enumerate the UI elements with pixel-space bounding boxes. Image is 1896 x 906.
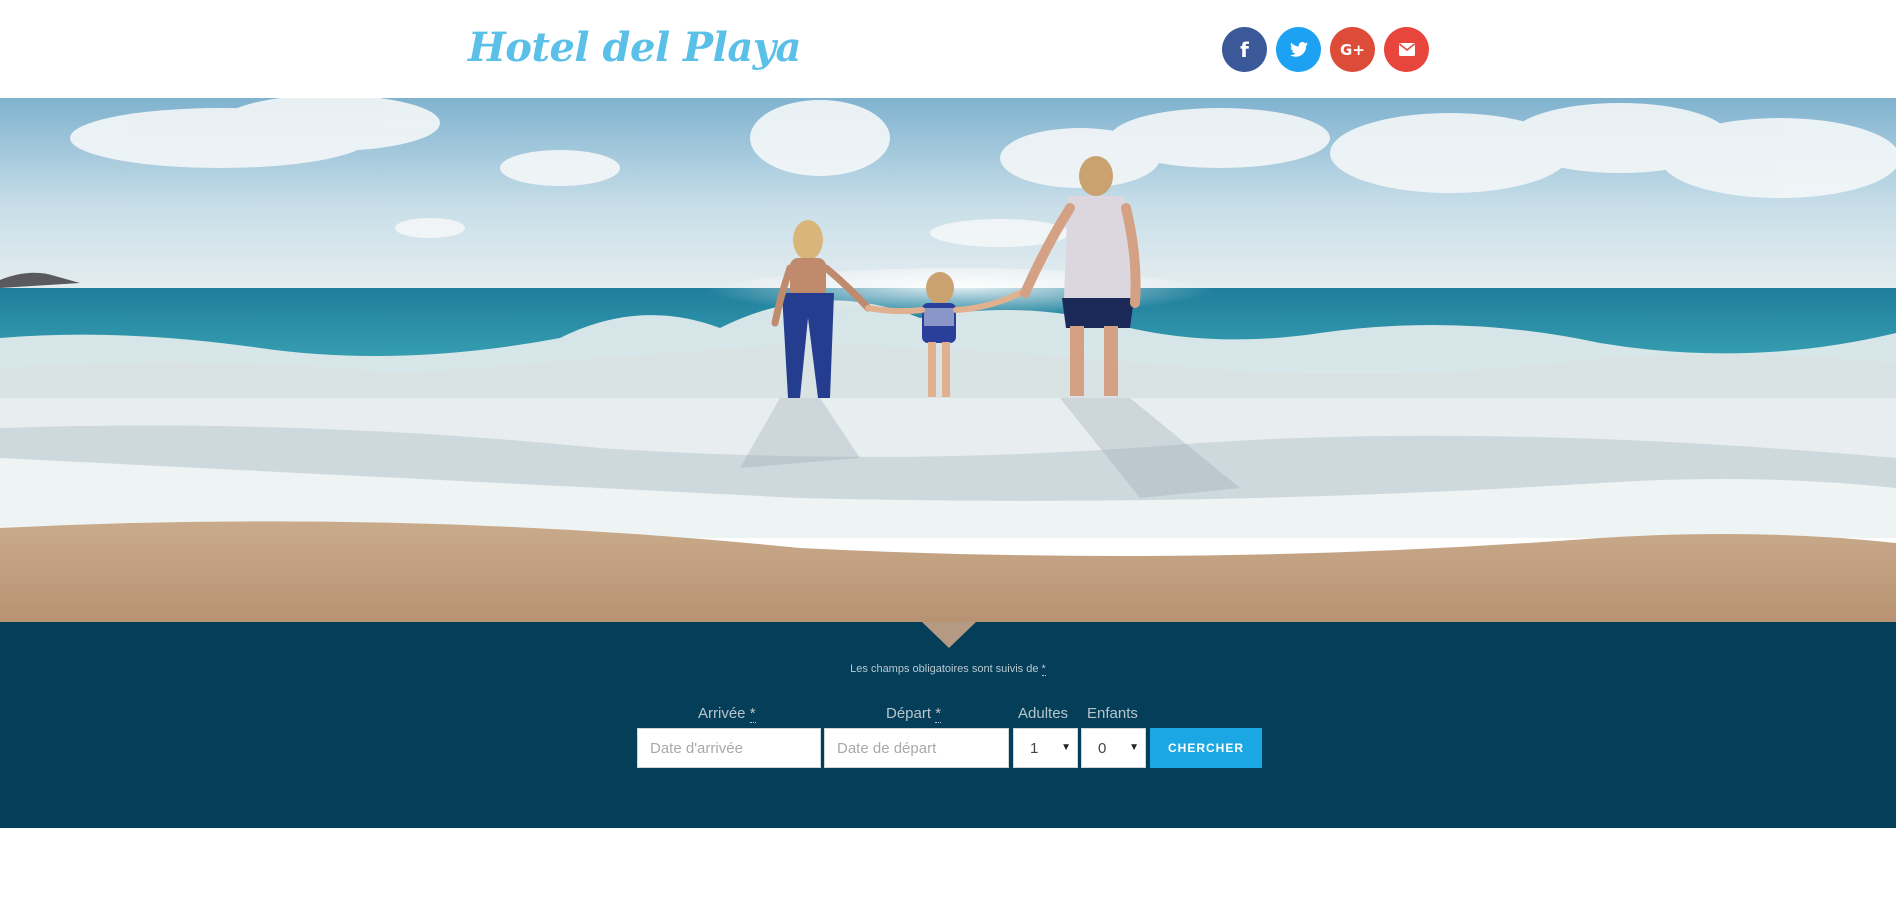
required-note-text: Les champs obligatoires sont suivis de (850, 663, 1039, 675)
departure-label-text: Départ (886, 705, 932, 722)
arrival-label: Arrivée * (698, 705, 756, 723)
site-logo[interactable]: Hotel del Playa (468, 24, 801, 71)
arrival-date-input[interactable]: Date d'arrivée (637, 728, 821, 768)
required-fields-note: Les champs obligatoires sont suivis de * (0, 663, 1896, 676)
departure-placeholder: Date de départ (837, 739, 937, 757)
adults-value: 1 (1030, 739, 1039, 757)
booking-section (0, 622, 1896, 828)
children-label: Enfants (1087, 705, 1138, 722)
adults-label: Adultes (1018, 705, 1069, 722)
chevron-down-icon: ▼ (1061, 742, 1071, 753)
facebook-button[interactable]: f (1222, 27, 1267, 72)
children-value: 0 (1098, 739, 1107, 757)
arrival-required-star: * (749, 705, 756, 723)
facebook-icon: f (1240, 37, 1249, 62)
beach-family-photo (0, 98, 1896, 622)
hero-image (0, 98, 1896, 622)
required-star: * (1041, 663, 1046, 676)
email-button[interactable] (1384, 27, 1429, 72)
chevron-down-icon: ▼ (1129, 742, 1139, 753)
adults-select[interactable]: 1 ▼ (1013, 728, 1078, 768)
arrival-label-text: Arrivée (698, 705, 746, 722)
site-header: Hotel del Playa f G+ (0, 0, 1896, 98)
departure-label: Départ * (886, 705, 942, 723)
section-notch (922, 622, 976, 648)
search-button[interactable]: CHERCHER (1150, 728, 1262, 768)
arrival-placeholder: Date d'arrivée (650, 739, 743, 757)
envelope-icon (1398, 43, 1415, 56)
google-plus-button[interactable]: G+ (1330, 27, 1375, 72)
twitter-icon (1289, 42, 1308, 57)
departure-required-star: * (935, 705, 942, 723)
google-plus-icon: G+ (1340, 40, 1365, 59)
departure-date-input[interactable]: Date de départ (824, 728, 1009, 768)
twitter-button[interactable] (1276, 27, 1321, 72)
children-select[interactable]: 0 ▼ (1081, 728, 1146, 768)
